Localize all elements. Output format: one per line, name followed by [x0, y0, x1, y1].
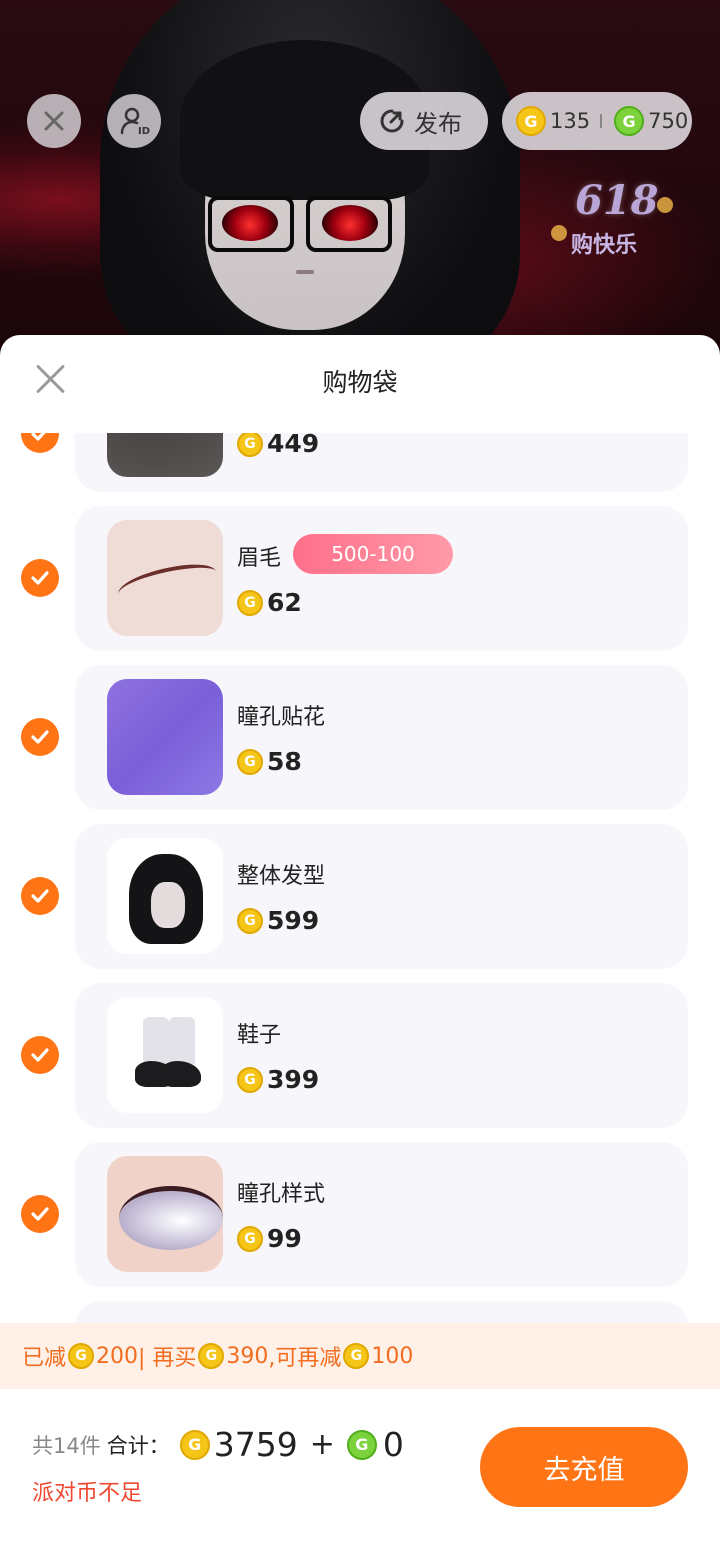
user-id-icon: ID — [120, 107, 150, 137]
item-price-value: 449 — [267, 433, 320, 458]
green-coin-icon: G — [346, 1429, 377, 1460]
plus-sign: + — [309, 1427, 335, 1462]
avatar-preview: 618 购快乐 — [0, 0, 720, 360]
gold-coin-icon: G — [179, 1429, 210, 1460]
cart-item[interactable]: 瞳孔样式 G 99 — [75, 1142, 688, 1287]
avatar-glasses-right — [306, 196, 392, 252]
item-checkbox[interactable] — [21, 1036, 59, 1074]
shopping-bag-sheet: 购物袋 G 449 眉毛 500-100 G 62 瞳孔贴花 G 58 整体发型… — [0, 335, 720, 1544]
item-price: G 449 — [237, 433, 319, 458]
svg-text:ID: ID — [138, 126, 150, 137]
cart-item[interactable]: 瞳孔贴花 G 58 — [75, 665, 688, 810]
item-checkbox[interactable] — [21, 718, 59, 756]
checkout-footer: 共14件 合计： G 3759 + G 0 派对币不足 去充值 — [0, 1389, 720, 1544]
item-thumbnail — [107, 838, 223, 954]
cart-item-list[interactable]: G 449 眉毛 500-100 G 62 瞳孔贴花 G 58 整体发型 G 5… — [0, 433, 720, 1323]
item-thumbnail — [107, 433, 223, 477]
sparkle-icon — [657, 197, 673, 213]
item-checkbox[interactable] — [21, 559, 59, 597]
item-name: 瞳孔贴花 — [237, 705, 326, 730]
item-price-value: 399 — [267, 1065, 320, 1094]
recharge-button[interactable]: 去充值 — [480, 1427, 688, 1507]
checkmark-icon — [31, 889, 49, 903]
buy-more-amount: 390 — [226, 1343, 269, 1369]
green-balance: 750 — [648, 109, 689, 133]
checkmark-icon — [31, 1048, 49, 1062]
item-count: 共14件 — [32, 1433, 101, 1458]
cart-item[interactable]: G 449 — [75, 433, 688, 492]
green-total: 0 — [382, 1425, 404, 1464]
publish-label: 发布 — [414, 109, 462, 138]
gold-coin-icon: G — [198, 1343, 225, 1369]
wallet-balance[interactable]: G 135 G 750 — [502, 92, 692, 150]
item-price: G 399 — [237, 1065, 319, 1094]
item-thumbnail — [107, 1156, 223, 1272]
checkmark-icon — [31, 730, 49, 744]
checkmark-icon — [31, 433, 46, 441]
item-price-value: 62 — [267, 588, 302, 617]
avatar-mouth — [296, 270, 314, 274]
sparkle-icon — [551, 225, 567, 241]
more-reduce-amount: 100 — [371, 1343, 414, 1369]
item-price: G 58 — [237, 747, 302, 776]
close-icon — [44, 111, 64, 131]
discount-summary-bar: 已减 G 200 | 再买 G 390 ,可再减 G 100 — [0, 1323, 720, 1389]
item-price: G 99 — [237, 1224, 302, 1253]
item-price-value: 58 — [267, 747, 302, 776]
item-thumbnail — [107, 997, 223, 1113]
gold-coin-icon: G — [237, 907, 263, 934]
item-checkbox[interactable] — [21, 1195, 59, 1233]
sheet-title: 购物袋 — [322, 368, 398, 397]
buy-more-prefix: | 再买 — [138, 1346, 197, 1371]
checkmark-icon — [31, 1207, 49, 1221]
close-button[interactable] — [27, 94, 81, 148]
checkmark-icon — [31, 571, 49, 585]
gold-balance: 135 — [550, 109, 591, 133]
gold-total: 3759 — [213, 1425, 298, 1464]
item-name: 瞳孔样式 — [237, 1182, 326, 1207]
cart-item[interactable]: 整体发型 G 599 — [75, 824, 688, 969]
gold-coin-icon: G — [237, 1066, 263, 1093]
item-checkbox[interactable] — [21, 433, 59, 453]
promo-badge-number: 618 — [575, 177, 659, 224]
gold-coin-icon: G — [237, 589, 263, 616]
sum-label: 合计： — [106, 1433, 170, 1458]
cart-item[interactable]: 鞋子 G 399 — [75, 983, 688, 1128]
profile-id-button[interactable]: ID — [107, 94, 161, 148]
reduced-prefix: 已减 — [22, 1346, 67, 1371]
item-thumbnail — [107, 520, 223, 636]
item-price: G 599 — [237, 906, 319, 935]
gold-coin-icon: G — [68, 1343, 95, 1369]
gold-coin-icon: G — [343, 1343, 370, 1369]
item-name: 整体发型 — [237, 864, 326, 889]
item-name: 鞋子 — [237, 1023, 282, 1048]
cart-item[interactable] — [75, 1301, 688, 1323]
avatar-glasses-left — [208, 196, 294, 252]
more-reduce-prefix: ,可再减 — [268, 1346, 342, 1371]
item-thumbnail — [107, 679, 223, 795]
total-row: 共14件 合计： G 3759 + G 0 — [32, 1425, 404, 1464]
sheet-header: 购物袋 — [0, 335, 720, 431]
item-checkbox[interactable] — [21, 877, 59, 915]
divider — [600, 114, 603, 128]
item-price-value: 599 — [267, 906, 320, 935]
gold-coin-icon: G — [237, 433, 263, 457]
gold-coin-icon: G — [516, 106, 546, 136]
publish-icon — [380, 109, 404, 133]
gold-coin-icon: G — [237, 1225, 263, 1252]
gold-coin-icon: G — [237, 748, 263, 775]
insufficient-balance-text: 派对币不足 — [32, 1481, 143, 1506]
publish-button[interactable]: 发布 — [360, 92, 488, 150]
cart-item[interactable]: 眉毛 500-100 G 62 — [75, 506, 688, 651]
discount-tag: 500-100 — [293, 534, 453, 574]
reduced-amount: 200 — [96, 1343, 139, 1369]
promo-badge-text: 购快乐 — [571, 233, 638, 258]
green-coin-icon: G — [614, 106, 645, 136]
item-price: G 62 — [237, 588, 302, 617]
item-name: 眉毛 — [237, 546, 282, 571]
promo-618-badge[interactable]: 618 购快乐 — [545, 175, 685, 275]
item-price-value: 99 — [267, 1224, 302, 1253]
